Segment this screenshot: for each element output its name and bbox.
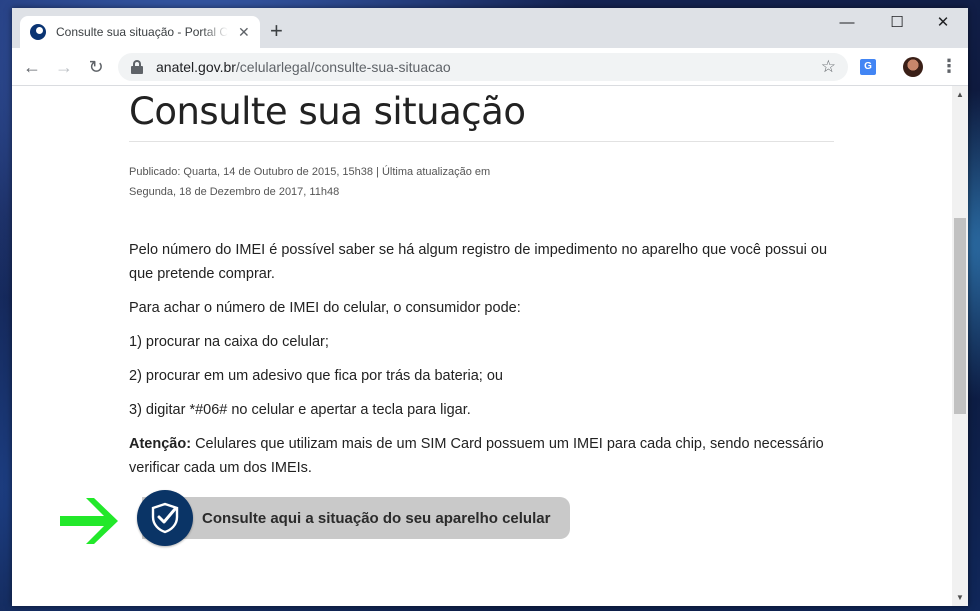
close-window-button[interactable]: ✕ bbox=[920, 12, 966, 34]
forward-button[interactable]: → bbox=[52, 55, 76, 79]
scroll-up-icon[interactable]: ▲ bbox=[956, 90, 964, 99]
publish-meta-line1: Publicado: Quarta, 14 de Outubro de 2015… bbox=[129, 166, 491, 178]
bookmark-star-icon[interactable]: ☆ bbox=[821, 57, 836, 77]
maximize-button[interactable]: ☐ bbox=[874, 12, 920, 34]
lock-icon[interactable] bbox=[130, 60, 144, 74]
new-tab-button[interactable]: + bbox=[270, 20, 283, 42]
attention-text: Celulares que utilizam mais de um SIM Ca… bbox=[129, 436, 824, 476]
browser-menu-button[interactable]: ⋮ bbox=[940, 56, 958, 76]
tab-title: Consulte sua situação - Portal Celular L… bbox=[56, 25, 228, 39]
vertical-scrollbar[interactable]: ▲ ▼ bbox=[952, 86, 968, 606]
list-item-battery: 2) procurar em um adesivo que fica por t… bbox=[129, 368, 503, 384]
anatel-favicon-icon bbox=[30, 24, 46, 40]
back-button[interactable]: ← bbox=[20, 55, 44, 79]
page-viewport: Consulte sua situação Publicado: Quarta,… bbox=[12, 86, 952, 606]
browser-window: Consulte sua situação - Portal Celular L… bbox=[12, 8, 968, 606]
reload-button[interactable]: ↻ bbox=[84, 55, 108, 79]
list-item-dial: 3) digitar *#06# no celular e apertar a … bbox=[129, 402, 471, 418]
browser-toolbar: ← → ↻ anatel.gov.br/celularlegal/consult… bbox=[12, 48, 968, 86]
tab-close-icon[interactable]: ✕ bbox=[238, 24, 250, 41]
paragraph-how-to: Para achar o número de IMEI do celular, … bbox=[129, 300, 521, 316]
shield-check-icon[interactable] bbox=[137, 490, 193, 546]
arrow-right-icon bbox=[60, 498, 118, 544]
profile-avatar[interactable] bbox=[903, 57, 923, 77]
list-item-box: 1) procurar na caixa do celular; bbox=[129, 334, 329, 350]
consult-imei-button[interactable]: Consulte aqui a situação do seu aparelho… bbox=[142, 497, 570, 539]
page-title: Consulte sua situação bbox=[129, 86, 834, 142]
paragraph-attention: Atenção: Celulares que utilizam mais de … bbox=[129, 432, 834, 480]
publish-meta-line2: Segunda, 18 de Dezembro de 2017, 11h48 bbox=[129, 186, 340, 198]
tab-active[interactable]: Consulte sua situação - Portal Celular L… bbox=[20, 16, 260, 48]
address-bar[interactable]: anatel.gov.br/celularlegal/consulte-sua-… bbox=[118, 53, 848, 81]
paragraph-imei-intro: Pelo número do IMEI é possível saber se … bbox=[129, 242, 828, 282]
article-content: Consulte sua situação Publicado: Quarta,… bbox=[129, 86, 834, 480]
attention-label: Atenção: bbox=[129, 436, 192, 452]
url-host: anatel.gov.br bbox=[156, 59, 236, 75]
scroll-thumb[interactable] bbox=[954, 218, 966, 414]
tab-strip: Consulte sua situação - Portal Celular L… bbox=[12, 8, 968, 48]
url-path: /celularlegal/consulte-sua-situacao bbox=[235, 59, 451, 75]
url-text[interactable]: anatel.gov.br/celularlegal/consulte-sua-… bbox=[156, 59, 821, 75]
translate-icon[interactable]: G bbox=[860, 59, 876, 75]
minimize-button[interactable]: — bbox=[824, 12, 870, 34]
publish-meta: Publicado: Quarta, 14 de Outubro de 2015… bbox=[129, 162, 509, 202]
consult-imei-label: Consulte aqui a situação do seu aparelho… bbox=[202, 509, 551, 527]
scroll-down-icon[interactable]: ▼ bbox=[956, 593, 964, 602]
